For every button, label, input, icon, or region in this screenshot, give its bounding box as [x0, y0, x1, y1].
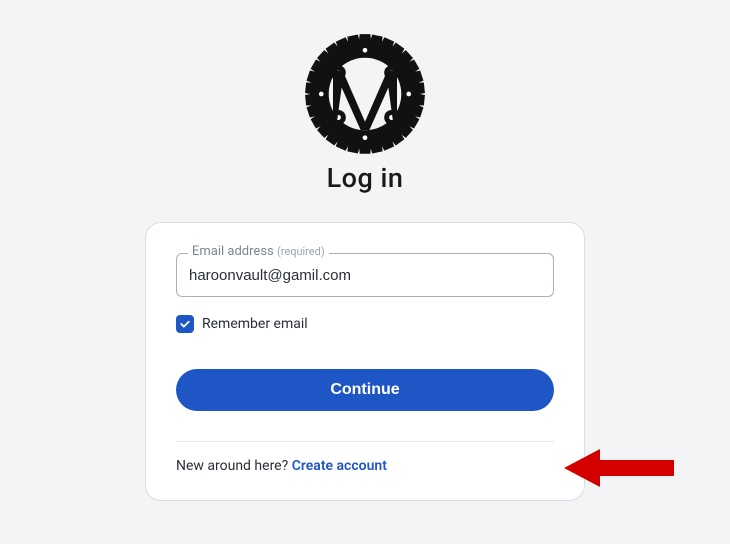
divider: [176, 441, 554, 442]
logo-section: Log in: [301, 30, 429, 194]
remember-checkbox[interactable]: [176, 315, 194, 333]
email-label: Email address (required): [188, 244, 329, 259]
email-field-wrap: Email address (required): [176, 253, 554, 297]
email-required-suffix: (required): [277, 245, 325, 258]
arrow-icon: [564, 443, 684, 493]
annotation-arrow: [564, 443, 684, 497]
signup-row: New around here? Create account: [176, 458, 554, 474]
create-account-link[interactable]: Create account: [292, 458, 387, 474]
brand-logo-icon: [301, 30, 429, 158]
email-input[interactable]: [176, 253, 554, 297]
remember-row: Remember email: [176, 315, 554, 333]
continue-button[interactable]: Continue: [176, 369, 554, 411]
check-icon: [179, 318, 191, 330]
remember-label: Remember email: [202, 316, 308, 332]
page-title: Log in: [327, 162, 404, 194]
signup-prompt: New around here?: [176, 458, 292, 474]
email-label-text: Email address: [192, 244, 277, 259]
login-card: Email address (required) Remember email …: [145, 222, 585, 501]
